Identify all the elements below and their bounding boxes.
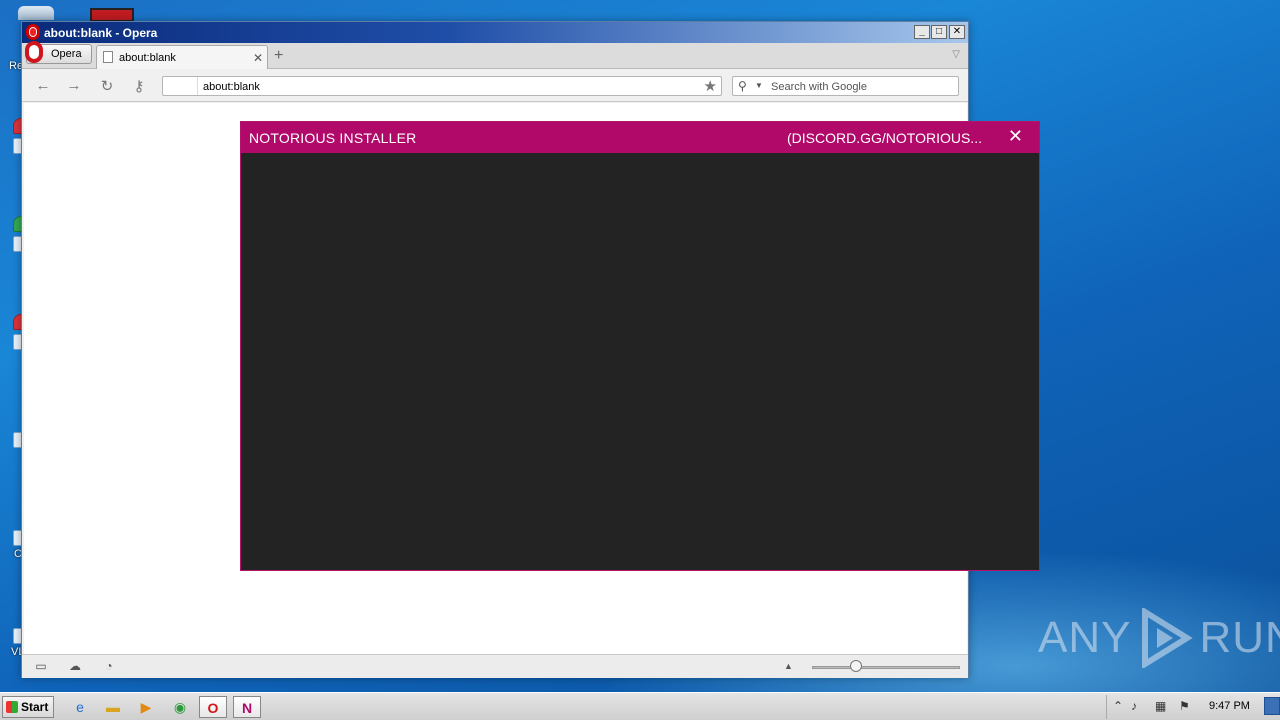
zoom-popup-icon[interactable]: ▲ xyxy=(784,661,793,671)
opera-icon[interactable]: O xyxy=(199,696,227,718)
search-box[interactable]: ⚲ ▼ xyxy=(732,76,959,96)
volume-icon[interactable]: ♪ xyxy=(1131,699,1137,713)
window-title: about:blank - Opera xyxy=(44,26,158,40)
reload-button[interactable]: ↻ xyxy=(98,77,116,95)
notorious-installer-window: NOTORIOUS INSTALLER (DISCORD.GG/NOTORIOU… xyxy=(240,121,1040,571)
system-tray: ⌃ ♪ ▦ ⚑ 9:47 PM xyxy=(1106,695,1280,719)
recycle-bin-icon[interactable] xyxy=(18,6,54,20)
tray-expand-icon[interactable]: ⌃ xyxy=(1113,699,1123,713)
start-button[interactable]: Start xyxy=(2,696,54,718)
watermark-text-left: ANY xyxy=(1038,613,1132,662)
watermark-text-right: RUN xyxy=(1199,613,1280,662)
page-icon xyxy=(103,51,113,63)
close-button[interactable]: ✕ xyxy=(949,25,965,39)
tab-strip: Opera about:blank ✕ + ▽ xyxy=(22,41,968,69)
start-label: Start xyxy=(21,700,49,714)
back-button[interactable]: ← xyxy=(34,77,52,94)
media-player-icon[interactable]: ▶ xyxy=(132,696,160,718)
status-bar: ▭ ☁ ◔ ▲ xyxy=(22,654,968,678)
taskbar: Start e ▬ ▶ ◉ O N ⌃ ♪ ▦ ⚑ 9:47 PM xyxy=(0,692,1280,720)
anyrun-watermark: ANY RUN xyxy=(1038,608,1280,668)
play-logo-icon xyxy=(1142,608,1194,668)
tab-about-blank[interactable]: about:blank ✕ xyxy=(96,45,268,69)
ie-icon[interactable]: e xyxy=(66,696,94,718)
opera-o-icon xyxy=(25,41,43,63)
network-icon[interactable]: ▦ xyxy=(1155,699,1166,713)
action-center-flag-icon[interactable]: ⚑ xyxy=(1179,699,1190,713)
chrome-icon[interactable]: ◉ xyxy=(166,696,194,718)
maximize-button[interactable]: □ xyxy=(931,25,947,39)
window-titlebar[interactable]: about:blank - Opera _ □ ✕ xyxy=(22,22,968,43)
search-icon: ⚲ xyxy=(738,79,747,93)
tab-menu-icon[interactable]: ▽ xyxy=(952,49,960,60)
tab-close-icon[interactable]: ✕ xyxy=(253,51,263,65)
address-divider xyxy=(197,77,198,95)
opera-logo-icon xyxy=(26,24,40,40)
minimize-button[interactable]: _ xyxy=(914,25,930,39)
zoom-slider-thumb[interactable] xyxy=(850,660,863,672)
installer-icon[interactable]: N xyxy=(233,696,261,718)
installer-discord-link: (DISCORD.GG/NOTORIOUS... xyxy=(787,130,982,146)
installer-close-icon[interactable]: ✕ xyxy=(1008,127,1023,145)
panel-toggle-icon[interactable]: ▭ xyxy=(34,659,48,673)
installer-title: NOTORIOUS INSTALLER xyxy=(249,130,417,146)
address-input[interactable] xyxy=(203,79,693,94)
opera-turbo-icon[interactable]: ◔ xyxy=(102,659,116,673)
windows-logo-icon xyxy=(6,701,18,713)
taskbar-clock[interactable]: 9:47 PM xyxy=(1209,700,1250,712)
bookmark-star-icon[interactable]: ★ xyxy=(704,77,717,95)
zoom-slider-track[interactable] xyxy=(812,666,960,669)
search-input[interactable] xyxy=(771,79,951,94)
desktop-app-icon[interactable] xyxy=(90,8,134,22)
opera-menu-label: Opera xyxy=(51,48,82,60)
show-desktop-button[interactable] xyxy=(1264,697,1280,715)
opera-unite-cloud-icon[interactable]: ☁ xyxy=(68,659,82,673)
opera-menu-button[interactable]: Opera xyxy=(25,41,92,64)
navigation-toolbar: ← → ↻ ⚷ ★ ⚲ ▼ xyxy=(22,70,968,102)
tab-title: about:blank xyxy=(119,52,176,64)
key-icon[interactable]: ⚷ xyxy=(130,77,148,95)
explorer-icon[interactable]: ▬ xyxy=(99,696,127,718)
forward-button[interactable]: → xyxy=(65,77,83,94)
search-engine-dropdown-icon[interactable]: ▼ xyxy=(755,81,763,90)
new-tab-button[interactable]: + xyxy=(274,47,283,65)
address-bar[interactable]: ★ xyxy=(162,76,722,96)
installer-header[interactable]: NOTORIOUS INSTALLER (DISCORD.GG/NOTORIOU… xyxy=(241,122,1039,153)
